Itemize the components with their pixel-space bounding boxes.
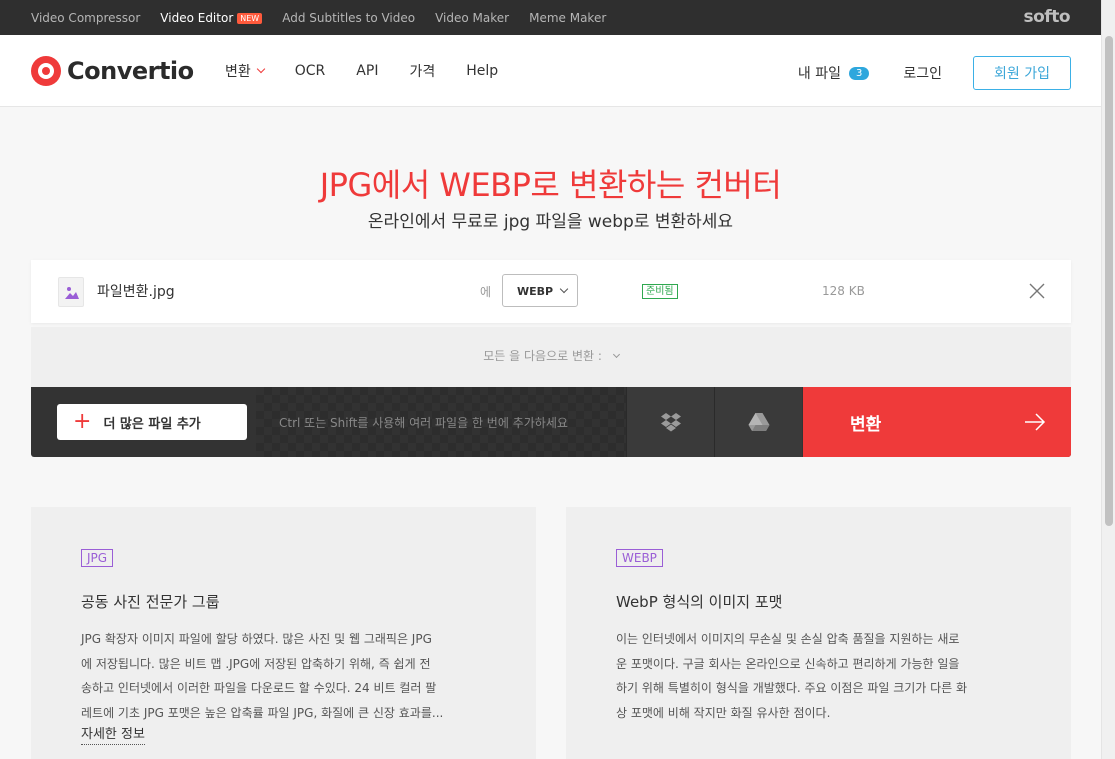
card-description-line: 송하고 인터넷에서 이러한 파일을 다운로드 할 수있다. 24 비트 컬러 팔 [81,681,437,695]
convertio-logo-icon [31,56,61,86]
chevron-down-icon [612,350,620,359]
plus-icon: + [73,409,92,434]
dropbox-button[interactable] [626,387,714,457]
nav-convert-label: 변환 [225,64,251,80]
link-meme-maker[interactable]: Meme Maker [529,11,606,25]
top-promo-bar: Video Compressor Video Editor NEW Add Sub… [0,0,1101,35]
link-video-maker[interactable]: Video Maker [435,11,509,25]
convert-button[interactable]: 변환 [803,387,1071,457]
signup-button[interactable]: 회원 가입 [973,56,1071,90]
card-description: JPG 확장자 이미지 파일에 할당 하였다. 많은 사진 및 웹 그래픽은 J… [81,627,491,725]
card-description-line: JPG 확장자 이미지 파일에 할당 하였다. 많은 사진 및 웹 그래픽은 J… [81,632,432,646]
nav-ocr[interactable]: OCR [295,63,326,79]
link-video-compressor[interactable]: Video Compressor [31,11,140,25]
format-tag: WEBP [616,549,663,567]
page-subtitle: 온라인에서 무료로 jpg 파일을 webp로 변환하세요 [367,212,734,232]
status-badge: 준비됨 [642,284,678,299]
card-title: WebP 형식의 이미지 포맷 [616,593,783,611]
file-size: 128 KB [822,284,865,298]
softo-logo[interactable]: softo [1024,7,1071,27]
link-video-editor-label[interactable]: Video Editor [160,11,233,25]
nav-help[interactable]: Help [466,63,498,79]
link-add-subtitles[interactable]: Add Subtitles to Video [282,11,415,25]
dropbox-icon [661,413,681,432]
card-description-line: 에 저장됩니다. 많은 비트 맵 .JPG에 저장된 압축하기 위해, 즉 쉽게… [81,656,431,671]
convert-all-toggle[interactable]: 모든 을 다음으로 변환 : [31,327,1071,387]
my-files-label: 내 파일 [797,66,841,82]
card-title: 공동 사진 전문가 그룹 [81,593,220,611]
nav-api[interactable]: API [356,63,378,79]
chevron-down-icon [256,64,266,74]
card-description: 이는 인터넷에서 이미지의 무손실 및 손실 압축 품질을 지원하는 새로 운 … [616,627,1026,725]
card-description-line: 레트에 기초 JPG 포맷은 높은 압축률 파일 JPG, 화질에 큰 신장 효… [81,705,444,720]
target-format-value: WEBP [517,285,554,298]
scrollbar-thumb[interactable] [1105,36,1113,526]
new-badge: NEW [237,12,263,24]
action-bar: + 더 많은 파일 추가 Ctrl 또는 Shift를 사용해 여러 파일을 한… [31,387,1071,457]
remove-file-button[interactable] [1027,281,1047,301]
arrow-right-icon [1025,413,1046,431]
add-more-files-label: 더 많은 파일 추가 [103,416,201,432]
nav-pricing[interactable]: 가격 [409,61,435,81]
main-nav: 변환 OCR API 가격 Help [225,35,529,107]
login-link[interactable]: 로그인 [903,63,942,83]
google-drive-icon [748,413,770,431]
to-label: 에 [480,285,492,299]
google-drive-button[interactable] [714,387,802,457]
account-nav: 내 파일 3 로그인 회원 가입 [798,56,1071,90]
card-description-line: 상 포맷에 비해 작지만 화질 유사한 점이다. [616,705,831,720]
convertio-logo[interactable]: Convertio [31,56,194,86]
my-files-count-badge: 3 [849,66,870,80]
chevron-down-icon [559,284,569,294]
site-header: Convertio 변환 OCR API 가격 Help 내 파일 3 로그인 … [0,35,1101,107]
logo-text: Convertio [67,57,194,85]
page-title: JPG에서 WEBP로 변환하는 컨버터 [319,166,782,204]
convert-button-label: 변환 [850,415,882,435]
close-icon [1029,283,1045,299]
target-format-card: WEBP WebP 형식의 이미지 포맷 이는 인터넷에서 이미지의 무손실 및… [566,507,1071,759]
target-format-select[interactable]: WEBP [502,274,578,307]
add-more-files-button[interactable]: + 더 많은 파일 추가 [57,404,247,440]
multi-select-hint: Ctrl 또는 Shift를 사용해 여러 파일을 한 번에 추가하세요 [279,416,568,430]
card-description-line: 하기 위해 특별히이 형식을 개발했다. 주요 이점은 파일 크기가 다른 화 [616,681,968,695]
format-tag: JPG [81,549,114,567]
page-scrollbar[interactable] [1101,0,1115,759]
my-files-link[interactable]: 내 파일 3 [797,63,870,83]
promo-links: Video Compressor Video Editor NEW Add Sub… [31,0,626,35]
nav-convert[interactable]: 변환 [225,61,266,81]
card-description-line: 운 포맷이다. 구글 회사는 온라인으로 신속하고 편리하게 가능한 일을 [616,656,960,671]
file-row: 파일변환.jpg 에 WEBP 준비됨 128 KB [31,260,1071,323]
source-format-card: JPG 공동 사진 전문가 그룹 JPG 확장자 이미지 파일에 할당 하였다.… [31,507,536,759]
card-description-line: 이는 인터넷에서 이미지의 무손실 및 손실 압축 품질을 지원하는 새로 [616,632,960,646]
file-name: 파일변환.jpg [97,284,175,300]
image-file-icon [58,277,84,307]
more-info-link[interactable]: 자세한 정보 [81,726,145,745]
convert-all-label: 모든 을 다음으로 변환 : [483,349,602,363]
link-video-editor[interactable]: Video Editor NEW [160,11,263,25]
